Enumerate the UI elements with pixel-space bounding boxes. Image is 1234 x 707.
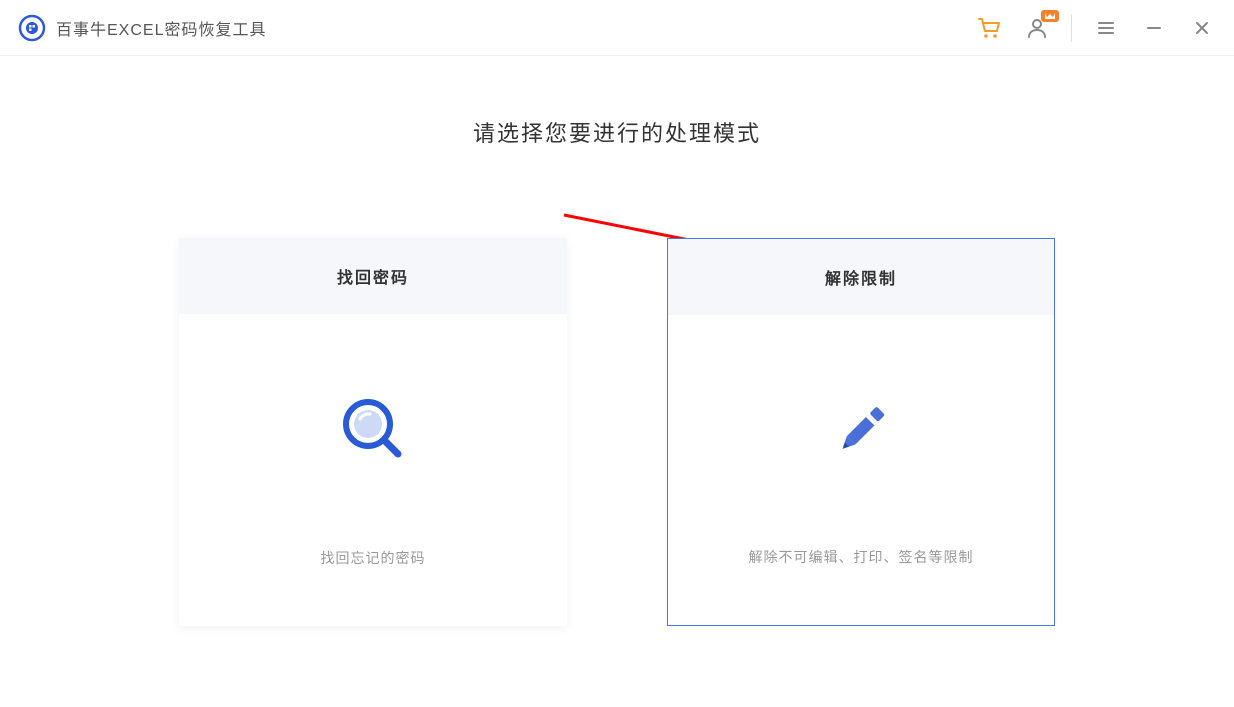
card-icon-wrap	[338, 314, 408, 548]
card-icon-wrap	[826, 315, 896, 547]
user-icon[interactable]	[1023, 14, 1051, 42]
vip-badge-icon	[1041, 10, 1059, 22]
app-logo-icon	[18, 14, 46, 42]
recover-password-card[interactable]: 找回密码 找回忘记的密码	[179, 238, 567, 626]
card-description: 解除不可编辑、打印、签名等限制	[749, 547, 974, 625]
magnifier-icon	[338, 394, 408, 469]
pencil-icon	[826, 394, 896, 469]
header-right	[975, 14, 1216, 42]
mode-cards: 找回密码 找回忘记的密码 解除限制	[179, 238, 1055, 626]
card-title: 解除限制	[825, 265, 897, 289]
card-title: 找回密码	[337, 264, 409, 288]
card-title-bar: 找回密码	[179, 238, 567, 314]
menu-icon[interactable]	[1092, 14, 1120, 42]
cart-icon[interactable]	[975, 14, 1003, 42]
page-title: 请选择您要进行的处理模式	[473, 116, 761, 148]
header-left: 百事牛EXCEL密码恢复工具	[18, 14, 266, 42]
minimize-button[interactable]	[1140, 14, 1168, 42]
close-button[interactable]	[1188, 14, 1216, 42]
card-title-bar: 解除限制	[668, 239, 1054, 315]
header-divider	[1071, 14, 1072, 42]
app-title: 百事牛EXCEL密码恢复工具	[56, 16, 266, 40]
remove-restriction-card[interactable]: 解除限制 解除不可编辑、打印、签名等限制	[667, 238, 1055, 626]
title-bar: 百事牛EXCEL密码恢复工具	[0, 0, 1234, 56]
card-description: 找回忘记的密码	[321, 548, 426, 626]
main-content: 请选择您要进行的处理模式 找回密码	[0, 56, 1234, 626]
